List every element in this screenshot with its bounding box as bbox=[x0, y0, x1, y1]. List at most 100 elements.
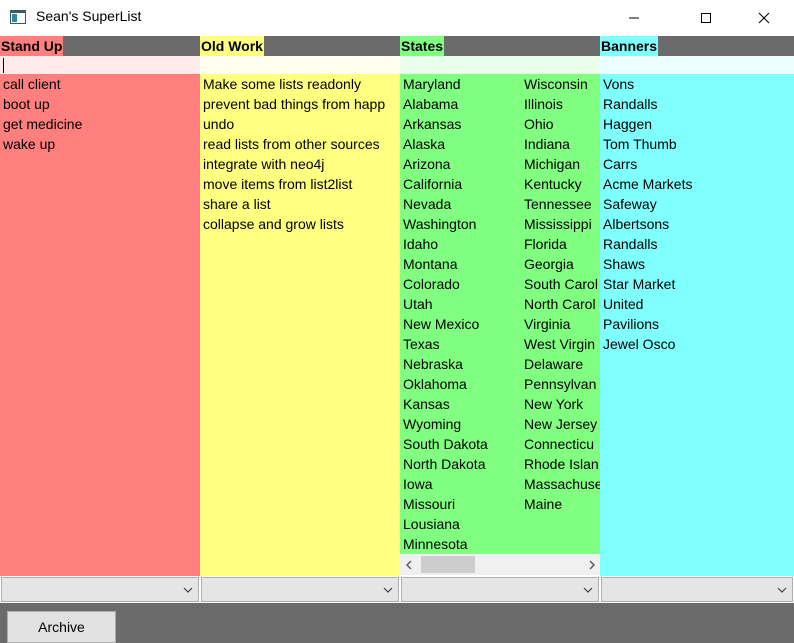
minimize-button[interactable] bbox=[611, 0, 657, 36]
list-item[interactable]: Connecticu bbox=[521, 434, 600, 454]
list-item[interactable]: Pennsylvan bbox=[521, 374, 600, 394]
list-item[interactable]: Tom Thumb bbox=[600, 134, 794, 154]
list-item[interactable]: Vons bbox=[600, 74, 794, 94]
list-item[interactable]: Ohio bbox=[521, 114, 600, 134]
list-select-dropdown[interactable] bbox=[601, 577, 793, 602]
list-item[interactable]: Iowa bbox=[400, 474, 521, 494]
list-item[interactable]: prevent bad things from happ bbox=[200, 94, 400, 114]
list-item[interactable]: Minnesota bbox=[400, 534, 521, 554]
list-item[interactable]: Wyoming bbox=[400, 414, 521, 434]
list-item[interactable]: boot up bbox=[0, 94, 200, 114]
list-item[interactable]: Kentucky bbox=[521, 174, 600, 194]
list-item[interactable]: Kansas bbox=[400, 394, 521, 414]
list-item[interactable]: Colorado bbox=[400, 274, 521, 294]
close-button[interactable] bbox=[741, 0, 787, 36]
list-item[interactable]: Lousiana bbox=[400, 514, 521, 534]
list-item[interactable]: Michigan bbox=[521, 154, 600, 174]
list-item[interactable]: South Dakota bbox=[400, 434, 521, 454]
list-item[interactable]: Randalls bbox=[600, 234, 794, 254]
list-item[interactable]: move items from list2list bbox=[200, 174, 400, 194]
list-select-dropdown[interactable] bbox=[1, 577, 199, 602]
list-item[interactable]: integrate with neo4j bbox=[200, 154, 400, 174]
chevron-left-icon bbox=[405, 559, 412, 570]
list-item[interactable]: Oklahoma bbox=[400, 374, 521, 394]
list-item[interactable]: Nevada bbox=[400, 194, 521, 214]
list-item[interactable]: South Carol bbox=[521, 274, 600, 294]
list-item[interactable]: Texas bbox=[400, 334, 521, 354]
column-header: Banners bbox=[600, 36, 794, 56]
list-item[interactable]: call client bbox=[0, 74, 200, 94]
list-select-dropdown[interactable] bbox=[201, 577, 399, 602]
list-item[interactable]: Rhode Islan bbox=[521, 454, 600, 474]
list-item[interactable]: Washington bbox=[400, 214, 521, 234]
list-item[interactable]: Illinois bbox=[521, 94, 600, 114]
list-item[interactable]: undo bbox=[200, 114, 400, 134]
chevron-right-icon bbox=[588, 559, 595, 570]
list-item[interactable]: Missouri bbox=[400, 494, 521, 514]
list-item[interactable]: wake up bbox=[0, 134, 200, 154]
list-item[interactable]: Maine bbox=[521, 494, 600, 514]
list-item[interactable]: Tennessee bbox=[521, 194, 600, 214]
list-item[interactable]: Safeway bbox=[600, 194, 794, 214]
column-header: Stand Up bbox=[0, 36, 200, 56]
new-item-input[interactable] bbox=[400, 56, 600, 74]
horizontal-scrollbar[interactable] bbox=[400, 554, 600, 575]
list-item[interactable]: Make some lists readonly bbox=[200, 74, 400, 94]
new-item-input[interactable] bbox=[0, 56, 200, 74]
list-item[interactable]: California bbox=[400, 174, 521, 194]
scrollbar-thumb[interactable] bbox=[421, 556, 475, 573]
list-item[interactable]: Wisconsin bbox=[521, 74, 600, 94]
list-column-states: States Maryland Alabama Arkansas Alaska Ariz… bbox=[400, 36, 600, 554]
list-item[interactable]: Utah bbox=[400, 294, 521, 314]
list-item[interactable]: Nebraska bbox=[400, 354, 521, 374]
list-item[interactable]: United bbox=[600, 294, 794, 314]
column-title: Banners bbox=[600, 36, 659, 56]
list-item[interactable]: Arkansas bbox=[400, 114, 521, 134]
list-select-dropdown[interactable] bbox=[401, 577, 599, 602]
list-item[interactable]: Pavilions bbox=[600, 314, 794, 334]
text-cursor bbox=[3, 58, 4, 73]
list-item[interactable]: collapse and grow lists bbox=[200, 214, 400, 234]
list-item[interactable]: New Jersey bbox=[521, 414, 600, 434]
scroll-left-button[interactable] bbox=[400, 554, 417, 575]
list-item[interactable]: Indiana bbox=[521, 134, 600, 154]
list-item[interactable]: Albertsons bbox=[600, 214, 794, 234]
list-item[interactable]: Massachuse bbox=[521, 474, 600, 494]
list-item[interactable]: read lists from other sources bbox=[200, 134, 400, 154]
list-item[interactable]: get medicine bbox=[0, 114, 200, 134]
list-item[interactable]: Idaho bbox=[400, 234, 521, 254]
new-item-input[interactable] bbox=[200, 56, 400, 74]
list-item[interactable]: Acme Markets bbox=[600, 174, 794, 194]
archive-button[interactable]: Archive bbox=[7, 611, 116, 643]
list-item[interactable]: Alaska bbox=[400, 134, 521, 154]
new-item-input[interactable] bbox=[600, 56, 794, 74]
list-item[interactable]: Florida bbox=[521, 234, 600, 254]
list-item[interactable]: Carrs bbox=[600, 154, 794, 174]
list-item[interactable]: North Dakota bbox=[400, 454, 521, 474]
item-list-viewport: Maryland Alabama Arkansas Alaska Arizona Cali… bbox=[400, 74, 600, 554]
list-item[interactable]: Alabama bbox=[400, 94, 521, 114]
list-item[interactable]: Montana bbox=[400, 254, 521, 274]
maximize-button[interactable] bbox=[683, 0, 729, 36]
list-item[interactable]: Virginia bbox=[521, 314, 600, 334]
list-item[interactable]: Maryland bbox=[400, 74, 521, 94]
list-item[interactable]: North Carol bbox=[521, 294, 600, 314]
list-item[interactable]: West Virgin bbox=[521, 334, 600, 354]
list-item[interactable]: Star Market bbox=[600, 274, 794, 294]
minimize-icon bbox=[629, 17, 639, 19]
list-item[interactable]: New Mexico bbox=[400, 314, 521, 334]
list-item[interactable]: Haggen bbox=[600, 114, 794, 134]
list-item[interactable]: New York bbox=[521, 394, 600, 414]
scroll-right-button[interactable] bbox=[583, 554, 600, 575]
list-item[interactable]: Mississippi bbox=[521, 214, 600, 234]
list-item[interactable]: Randalls bbox=[600, 94, 794, 114]
column-header: States bbox=[400, 36, 600, 56]
list-item[interactable]: Georgia bbox=[521, 254, 600, 274]
list-item[interactable]: Jewel Osco bbox=[600, 334, 794, 354]
list-item[interactable]: Arizona bbox=[400, 154, 521, 174]
item-list: call client boot up get medicine wake up bbox=[0, 74, 200, 154]
chevron-down-icon bbox=[583, 587, 593, 593]
list-item[interactable]: share a list bbox=[200, 194, 400, 214]
list-item[interactable]: Delaware bbox=[521, 354, 600, 374]
list-item[interactable]: Shaws bbox=[600, 254, 794, 274]
